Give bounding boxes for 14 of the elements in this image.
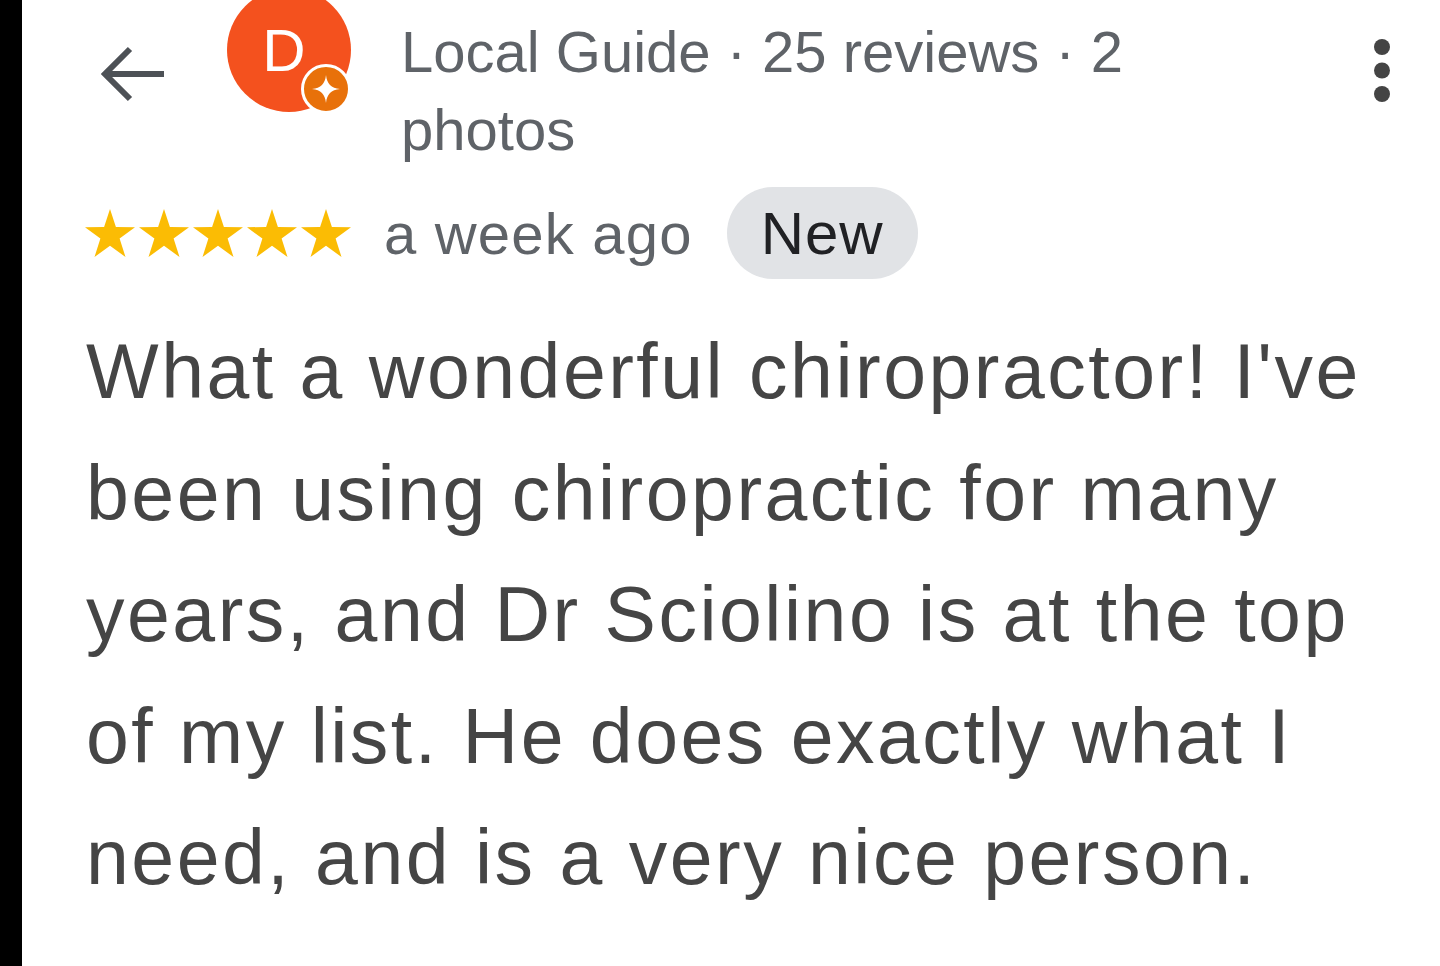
star-icon — [301, 209, 351, 257]
reviewer-stats: Local Guide · 25 reviews · 2 photos — [401, 18, 1125, 164]
back-button[interactable] — [100, 45, 166, 103]
more-options-button[interactable] — [1374, 39, 1390, 102]
star-icon — [193, 209, 243, 257]
more-options-icon — [1374, 39, 1390, 102]
review-text: What a wonderful chiropractor! I've been using chiropractic for many years, and Dr Sciolino is at the top of my list. He does exactly what I need, and is a very nice person. — [86, 327, 1362, 902]
star-icon — [139, 209, 189, 257]
sparkle-badge-icon — [301, 64, 351, 114]
star-icon — [85, 209, 135, 257]
review-time: a week ago — [384, 199, 693, 267]
star-icon — [247, 209, 297, 257]
new-badge: New — [726, 187, 918, 279]
back-arrow-icon — [100, 45, 166, 103]
